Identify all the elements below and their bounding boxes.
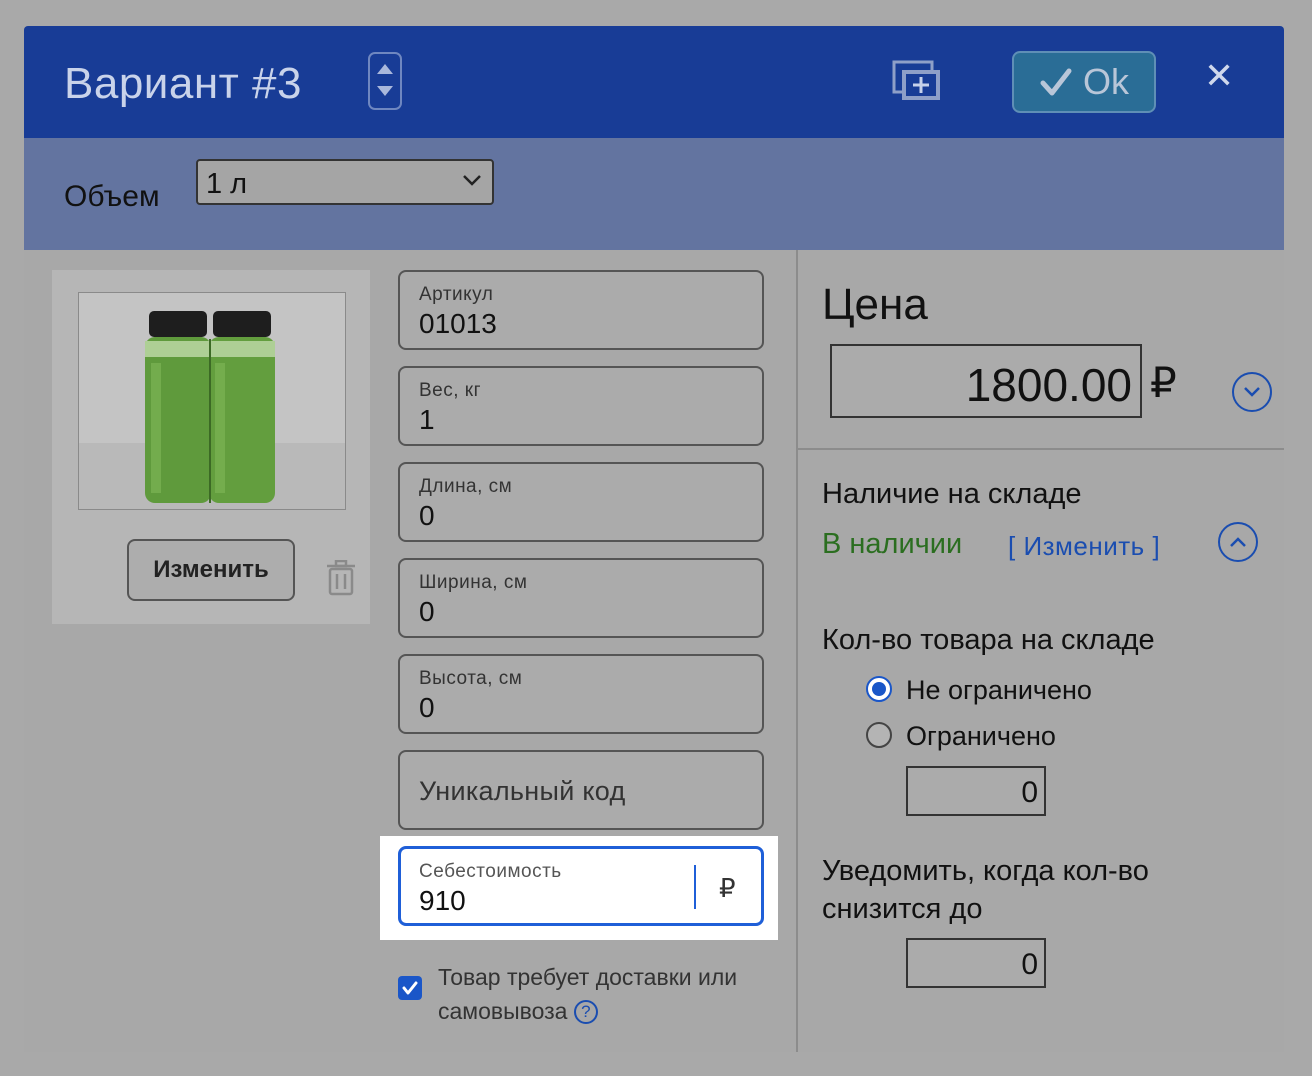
width-value: 0: [419, 596, 435, 627]
weight-field[interactable]: Вес, кг 1: [398, 366, 764, 446]
variant-stepper[interactable]: [368, 52, 402, 110]
bottles-image: [79, 293, 345, 509]
price-currency: ₽: [1150, 359, 1177, 406]
variant-dialog: Вариант #3 Ok ✕ Объем 1 л Изменить Артик…: [24, 26, 1284, 1052]
volume-label: Объем: [64, 180, 160, 213]
ok-button[interactable]: Ok: [1012, 51, 1156, 113]
notify-qty-value: 0: [1021, 948, 1038, 981]
limited-qty-input[interactable]: 0: [906, 766, 1046, 816]
unique-code-field[interactable]: Уникальный код: [398, 750, 764, 830]
cost-value: 910: [419, 885, 466, 916]
price-input[interactable]: 1800.00: [830, 344, 1142, 418]
trash-icon[interactable]: [326, 560, 356, 596]
notify-title: Уведомить, когда кол-во снизится до: [822, 855, 1149, 925]
price-divider: [798, 448, 1284, 450]
cost-label: Себестоимость: [419, 861, 562, 882]
photo-panel: Изменить: [52, 270, 370, 624]
volume-select[interactable]: 1 л: [196, 159, 494, 205]
cost-field[interactable]: Себестоимость 910 ₽: [398, 846, 764, 926]
price-value: 1800.00: [965, 359, 1132, 411]
checkmark-icon: [1040, 68, 1072, 96]
radio-limited-label[interactable]: Ограничено: [906, 721, 1056, 752]
sku-field[interactable]: Артикул 01013: [398, 270, 764, 350]
arrow-down-icon[interactable]: [377, 86, 393, 96]
length-field[interactable]: Длина, см 0: [398, 462, 764, 542]
option-bar: Объем 1 л: [24, 138, 1284, 250]
chevron-down-icon: [1244, 387, 1260, 397]
weight-label: Вес, кг: [419, 380, 482, 401]
delivery-label: Товар требует доставки или самовывоза ?: [438, 960, 778, 1028]
product-photo: [78, 292, 346, 510]
arrow-up-icon[interactable]: [377, 64, 393, 74]
volume-selected-value: 1 л: [206, 168, 248, 200]
stock-change-link[interactable]: [ Изменить ]: [1008, 531, 1160, 562]
limited-qty-value: 0: [1021, 776, 1038, 809]
notify-qty-input[interactable]: 0: [906, 938, 1046, 988]
sku-label: Артикул: [419, 284, 494, 305]
dialog-header: Вариант #3 Ok ✕: [24, 26, 1284, 138]
cost-separator: [694, 865, 696, 909]
qty-title: Кол-во товара на складе: [822, 624, 1155, 656]
chevron-down-icon: [463, 175, 481, 186]
change-photo-button[interactable]: Изменить: [127, 539, 295, 601]
dialog-title: Вариант #3: [64, 59, 302, 108]
length-value: 0: [419, 500, 435, 531]
duplicate-icon: [892, 60, 940, 100]
checkmark-icon: [402, 981, 418, 995]
unique-code-placeholder: Уникальный код: [419, 776, 626, 806]
chevron-up-icon: [1230, 537, 1246, 547]
price-title: Цена: [822, 280, 928, 329]
price-expand-button[interactable]: [1232, 372, 1272, 412]
height-value: 0: [419, 692, 435, 723]
stock-status: В наличии: [822, 528, 963, 560]
stock-collapse-button[interactable]: [1218, 522, 1258, 562]
height-label: Высота, см: [419, 668, 523, 689]
width-field[interactable]: Ширина, см 0: [398, 558, 764, 638]
close-icon[interactable]: ✕: [1204, 56, 1234, 96]
help-icon[interactable]: ?: [573, 1000, 598, 1024]
cost-currency: ₽: [719, 873, 736, 903]
width-label: Ширина, см: [419, 572, 528, 593]
radio-unlimited-label[interactable]: Не ограничено: [906, 675, 1092, 706]
ok-label: Ok: [1082, 61, 1129, 102]
height-field[interactable]: Высота, см 0: [398, 654, 764, 734]
stock-title: Наличие на складе: [822, 478, 1082, 510]
duplicate-variant-button[interactable]: [892, 60, 944, 104]
radio-limited[interactable]: [866, 722, 892, 748]
weight-value: 1: [419, 404, 435, 435]
sku-value: 01013: [419, 308, 497, 339]
radio-unlimited[interactable]: [866, 676, 892, 702]
column-divider: [796, 250, 798, 1052]
delivery-checkbox[interactable]: [398, 976, 422, 1000]
length-label: Длина, см: [419, 476, 513, 497]
